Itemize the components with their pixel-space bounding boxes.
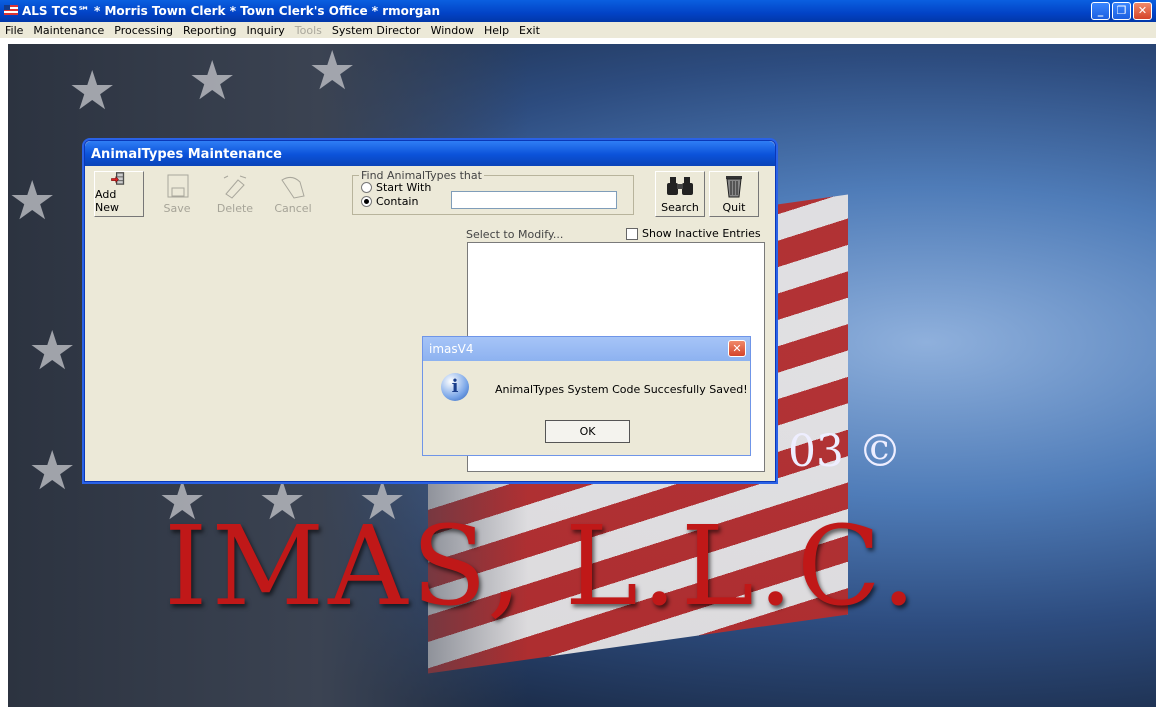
add-new-button[interactable]: Add New xyxy=(94,171,144,217)
checkbox-box xyxy=(626,227,638,240)
floppy-disk-icon xyxy=(167,174,189,198)
menu-bar: File Maintenance Processing Reporting In… xyxy=(0,22,1156,38)
menu-window[interactable]: Window xyxy=(426,24,479,37)
message-dialog: imasV4 ✕ i AnimalTypes System Code Succe… xyxy=(422,336,751,456)
delete-label: Delete xyxy=(216,202,254,215)
star-icon: ★ xyxy=(68,59,117,122)
close-button[interactable]: ✕ xyxy=(1133,2,1152,20)
show-inactive-label: Show Inactive Entries xyxy=(642,227,761,240)
menu-inquiry[interactable]: Inquiry xyxy=(242,24,290,37)
flag-icon xyxy=(4,5,18,15)
menu-reporting[interactable]: Reporting xyxy=(178,24,241,37)
quit-button[interactable]: Quit xyxy=(709,171,759,217)
star-icon: ★ xyxy=(188,49,237,112)
menu-system-director[interactable]: System Director xyxy=(327,24,426,37)
dialog-title-bar: imasV4 ✕ xyxy=(423,337,750,361)
ok-button[interactable]: OK xyxy=(545,420,630,443)
dialog-close-button[interactable]: ✕ xyxy=(728,340,746,357)
app-title: ALS TCS℠ * Morris Town Clerk * Town Cler… xyxy=(22,4,441,18)
search-label: Search xyxy=(661,201,699,214)
star-icon: ★ xyxy=(28,319,77,382)
app-title-bar: ALS TCS℠ * Morris Town Clerk * Town Cler… xyxy=(0,0,1156,22)
cancel-label: Cancel xyxy=(274,202,312,215)
menu-file[interactable]: File xyxy=(0,24,28,37)
dialog-message: AnimalTypes System Code Succesfully Save… xyxy=(495,383,748,396)
menu-exit[interactable]: Exit xyxy=(514,24,545,37)
contain-radio[interactable]: Contain xyxy=(361,195,418,208)
save-label: Save xyxy=(163,202,191,215)
show-inactive-checkbox[interactable]: Show Inactive Entries xyxy=(626,227,761,240)
select-to-modify-label: Select to Modify... xyxy=(466,228,564,241)
minimize-button[interactable]: _ xyxy=(1091,2,1110,20)
cancel-icon xyxy=(281,176,305,199)
radio-circle-selected xyxy=(361,196,372,207)
info-icon: i xyxy=(441,373,469,401)
find-input[interactable] xyxy=(451,191,617,209)
menu-tools: Tools xyxy=(294,23,322,37)
add-new-icon xyxy=(111,172,125,185)
star-icon: ★ xyxy=(8,169,57,232)
save-button[interactable]: Save xyxy=(152,171,202,217)
star-icon: ★ xyxy=(308,44,357,102)
company-name: IMAS, L.L.C. xyxy=(164,502,921,630)
maintenance-title: AnimalTypes Maintenance xyxy=(85,141,775,166)
quit-label: Quit xyxy=(722,201,746,214)
start-with-label: Start With xyxy=(376,181,432,194)
radio-circle xyxy=(361,182,372,193)
eraser-icon xyxy=(223,175,247,199)
menu-processing[interactable]: Processing xyxy=(109,24,178,37)
menu-maintenance[interactable]: Maintenance xyxy=(28,24,109,37)
dialog-title: imasV4 xyxy=(429,342,474,356)
find-groupbox: Find AnimalTypes that Start With Contain xyxy=(352,169,634,215)
search-button[interactable]: Search xyxy=(655,171,705,217)
start-with-radio[interactable]: Start With xyxy=(361,181,431,194)
cancel-button[interactable]: Cancel xyxy=(268,171,318,217)
add-new-label: Add New xyxy=(95,188,119,214)
star-icon: ★ xyxy=(28,439,77,502)
copyright-text: 03 © xyxy=(788,426,902,477)
trash-can-icon xyxy=(726,176,742,198)
delete-button[interactable]: Delete xyxy=(210,171,260,217)
restore-button[interactable]: ❐ xyxy=(1112,2,1131,20)
binoculars-icon xyxy=(667,177,693,195)
contain-label: Contain xyxy=(376,195,419,208)
menu-help[interactable]: Help xyxy=(479,24,514,37)
